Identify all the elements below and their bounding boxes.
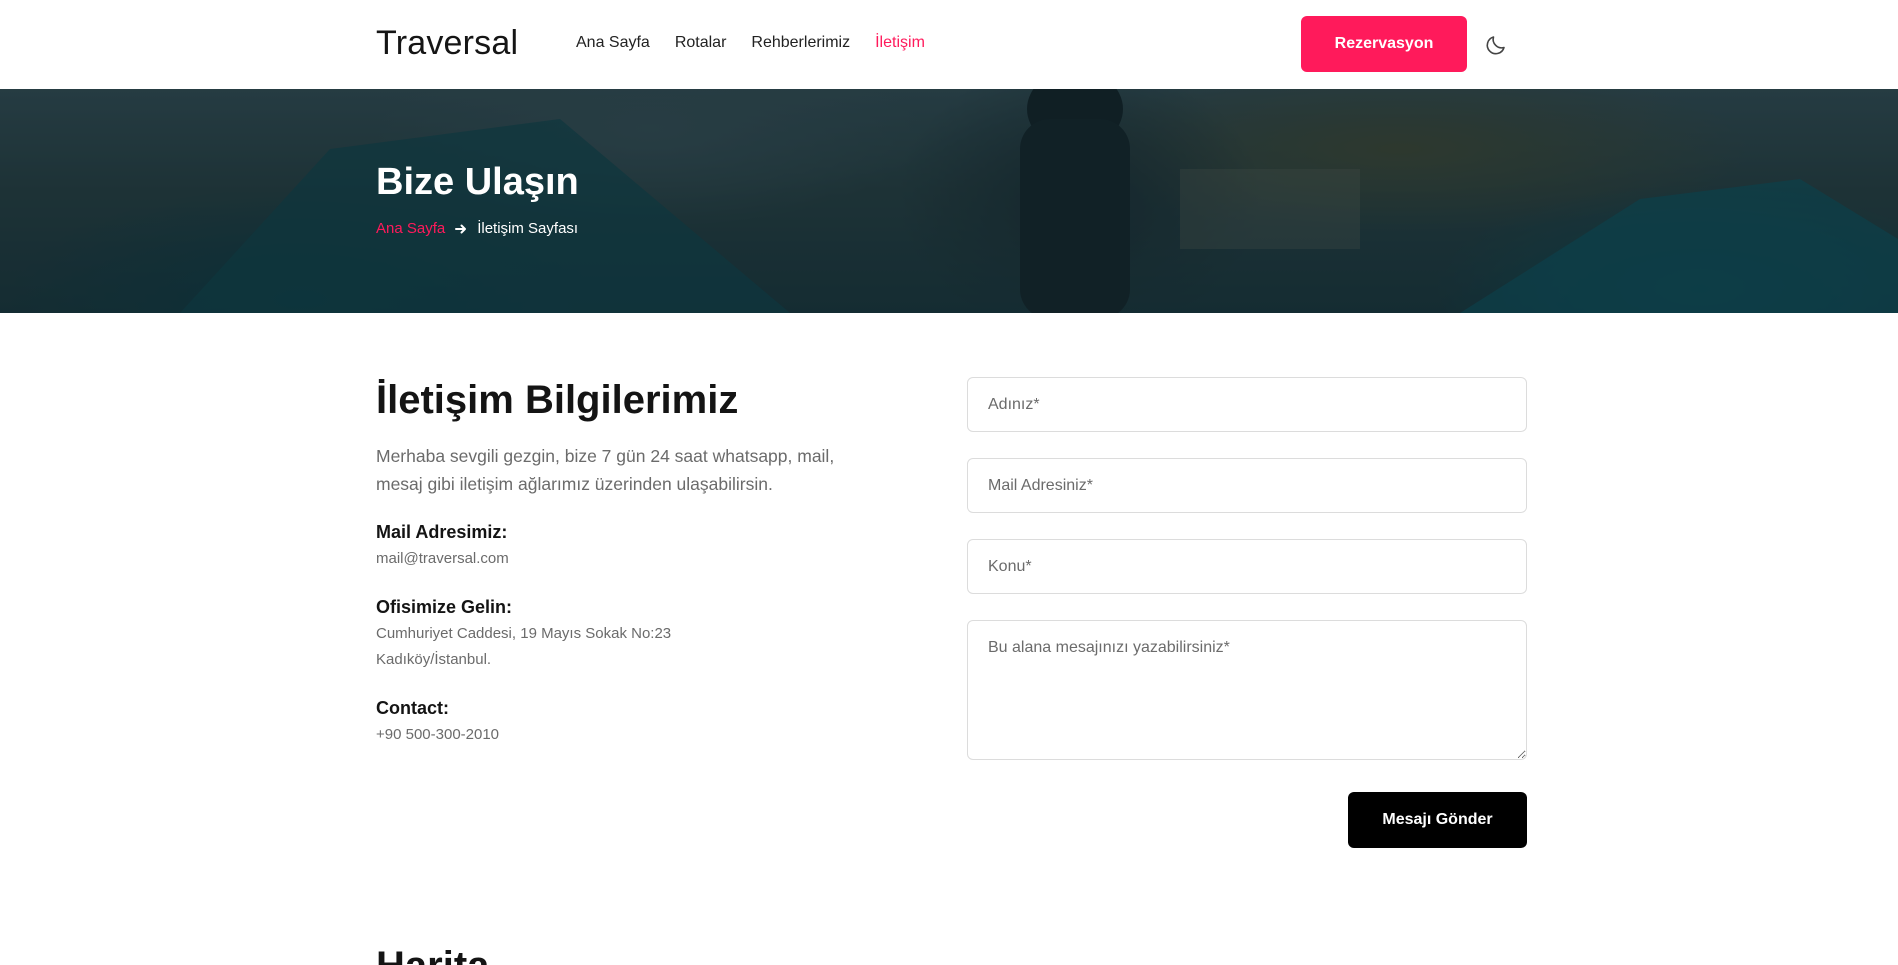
phone-value[interactable]: +90 500-300-2010 bbox=[376, 722, 499, 748]
send-message-button[interactable]: Mesajı Gönder bbox=[1348, 792, 1527, 848]
name-field[interactable] bbox=[967, 377, 1527, 432]
moon-icon[interactable] bbox=[1484, 33, 1508, 57]
arrow-right-icon bbox=[455, 224, 467, 233]
nav-item-routes[interactable]: Rotalar bbox=[675, 34, 727, 52]
contact-info-title: İletişim Bilgilerimiz bbox=[376, 378, 739, 422]
nav-item-contact[interactable]: İletişim bbox=[875, 34, 925, 52]
email-field[interactable] bbox=[967, 458, 1527, 513]
map-section-title: Harita bbox=[376, 944, 489, 965]
breadcrumb-current: İletişim Sayfası bbox=[477, 220, 579, 237]
breadcrumb: Ana Sayfa İletişim Sayfası bbox=[376, 220, 578, 237]
contact-info-intro: Merhaba sevgili gezgin, bize 7 gün 24 sa… bbox=[376, 446, 835, 494]
mail-value[interactable]: mail@traversal.com bbox=[376, 546, 509, 572]
hero-overlay bbox=[0, 89, 1898, 313]
page-hero: Bize Ulaşın Ana Sayfa İletişim Sayfası bbox=[0, 89, 1898, 313]
site-header: Traversal Ana Sayfa Rotalar Rehberlerimi… bbox=[0, 0, 1898, 89]
subject-field[interactable] bbox=[967, 539, 1527, 594]
message-field[interactable] bbox=[967, 620, 1527, 760]
office-label: Ofisimize Gelin: bbox=[376, 597, 513, 617]
office-address-line2: Kadıköy/İstanbul. bbox=[376, 651, 492, 668]
nav-item-guides[interactable]: Rehberlerimiz bbox=[751, 34, 850, 52]
office-address-line1: Cumhuriyet Caddesi, 19 Mayıs Sokak No:23 bbox=[376, 625, 672, 642]
nav-item-home[interactable]: Ana Sayfa bbox=[576, 34, 650, 52]
mail-label: Mail Adresimiz: bbox=[376, 522, 508, 542]
breadcrumb-home-link[interactable]: Ana Sayfa bbox=[376, 220, 445, 237]
reservation-button[interactable]: Rezervasyon bbox=[1301, 16, 1467, 72]
site-logo[interactable]: Traversal bbox=[376, 24, 518, 63]
page-title: Bize Ulaşın bbox=[376, 161, 579, 203]
main-nav: Ana Sayfa Rotalar Rehberlerimiz İletişim bbox=[576, 34, 925, 52]
contact-label: Contact: bbox=[376, 698, 449, 718]
